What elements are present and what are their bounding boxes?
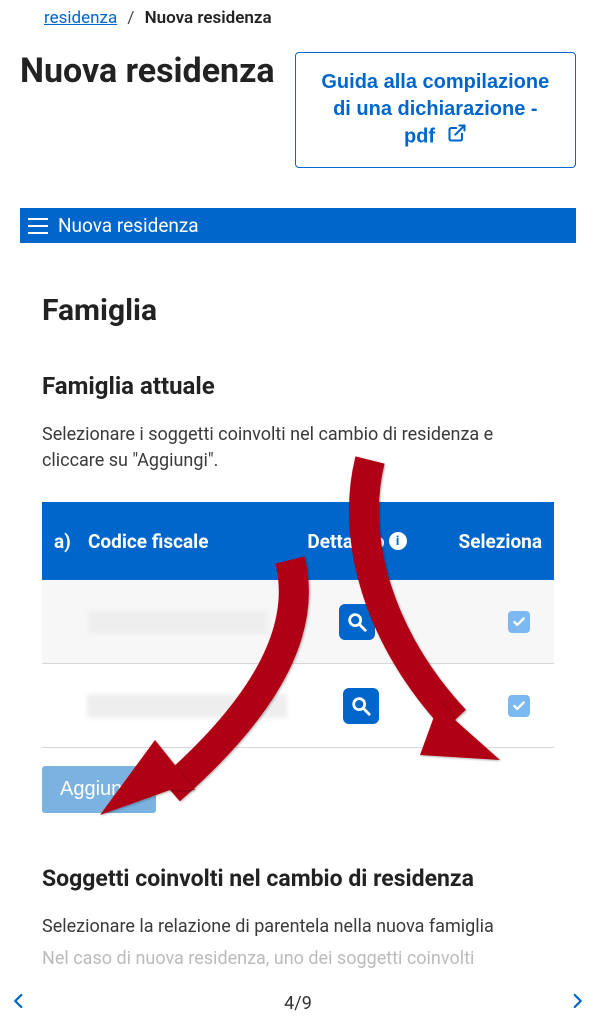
subjects-heading: Soggetti coinvolti nel cambio di residen… [42, 865, 554, 892]
guide-pdf-label: Guida alla compilazione di una dichiaraz… [321, 71, 549, 147]
col-a-header: a) [54, 530, 88, 553]
col-seleziona-header: Seleziona [432, 530, 542, 553]
page-title: Nuova residenza [20, 52, 275, 91]
subjects-text-faded: Nel caso di nuova residenza, uno dei sog… [42, 946, 554, 972]
select-checkbox[interactable] [508, 695, 530, 717]
section-bar-label: Nuova residenza [58, 214, 199, 237]
page-indicator: 4/9 [284, 993, 312, 1014]
detail-button[interactable] [339, 604, 375, 640]
col-fiscale-header: Codice fiscale [88, 530, 282, 553]
table-row [42, 664, 554, 748]
subjects-text: Selezionare la relazione di parentela ne… [42, 914, 554, 940]
breadcrumb-separator: / [127, 8, 134, 28]
breadcrumb-link[interactable]: residenza [44, 8, 117, 28]
family-instruction: Selezionare i soggetti coinvolti nel cam… [42, 422, 554, 474]
add-button[interactable]: Aggiungi [42, 766, 156, 813]
redacted-codice [88, 610, 268, 634]
external-link-icon [447, 123, 467, 151]
family-current-heading: Famiglia attuale [42, 372, 554, 400]
info-icon[interactable]: i [389, 532, 407, 550]
table-row [42, 580, 554, 664]
table-header: a) Codice fiscale Dettaglio i Seleziona [42, 502, 554, 580]
col-dettaglio-header: Dettaglio i [282, 530, 432, 553]
breadcrumb: residenza / Nuova residenza [20, 0, 576, 52]
next-page-button[interactable] [568, 989, 586, 1018]
family-heading: Famiglia [42, 293, 554, 328]
section-bar: Nuova residenza [20, 208, 576, 243]
detail-button[interactable] [343, 688, 379, 724]
guide-pdf-button[interactable]: Guida alla compilazione di una dichiaraz… [295, 52, 576, 168]
redacted-codice [87, 694, 287, 718]
prev-page-button[interactable] [10, 989, 28, 1018]
menu-icon[interactable] [28, 218, 48, 234]
pager-footer: 4/9 [0, 983, 596, 1024]
breadcrumb-current: Nuova residenza [145, 8, 272, 28]
select-checkbox[interactable] [508, 611, 530, 633]
